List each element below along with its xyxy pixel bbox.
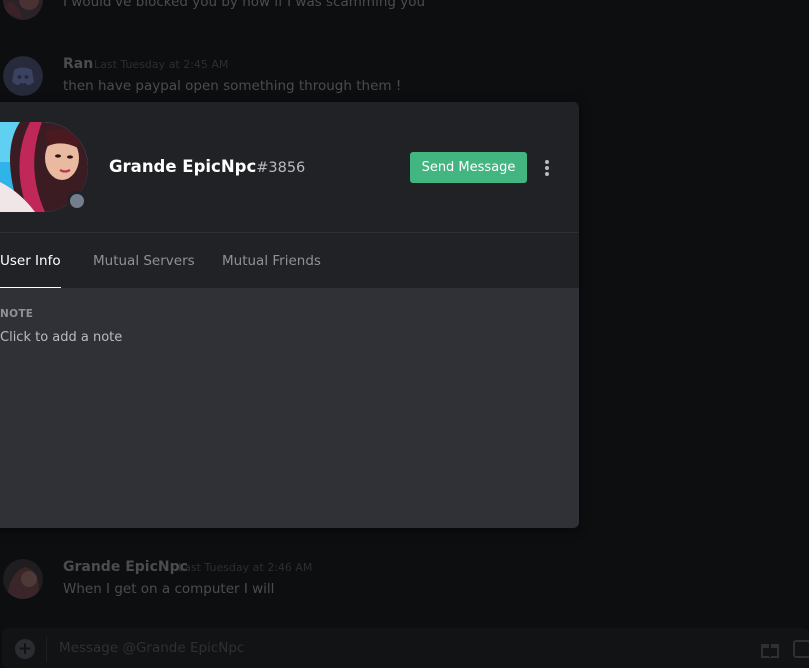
message: I would've blocked you by now if I was s… <box>0 0 809 42</box>
tab-user-info[interactable]: User Info <box>0 233 61 289</box>
user-profile-modal: Grande EpicNpc#3856 Send Message User In… <box>0 102 579 528</box>
avatar[interactable] <box>3 0 43 20</box>
avatar[interactable] <box>3 56 43 96</box>
message-timestamp: Last Tuesday at 2:46 AM <box>178 561 313 574</box>
gift-icon[interactable] <box>760 639 780 659</box>
divider <box>46 636 47 662</box>
status-offline-icon <box>67 191 87 211</box>
avatar[interactable] <box>3 559 43 599</box>
profile-body: NOTE Click to add a note <box>0 288 579 528</box>
username-text: Grande EpicNpc <box>109 157 257 176</box>
message-author[interactable]: Ran <box>63 56 93 72</box>
send-message-button[interactable]: Send Message <box>410 152 527 183</box>
discord-logo-icon <box>3 56 43 96</box>
profile-header: Grande EpicNpc#3856 Send Message <box>0 102 579 232</box>
message: Ran Last Tuesday at 2:45 AM then have pa… <box>0 56 809 104</box>
profile-username: Grande EpicNpc#3856 <box>109 157 305 176</box>
message-composer: + Message @Grande EpicNpc <box>2 628 809 668</box>
message-timestamp: Last Tuesday at 2:45 AM <box>94 58 229 71</box>
message-text: I would've blocked you by now if I was s… <box>63 0 426 10</box>
vertical-ellipsis-icon[interactable] <box>542 158 552 178</box>
add-attachment-icon[interactable]: + <box>15 639 35 659</box>
profile-tabs: User Info Mutual Servers Mutual Friends <box>0 232 579 289</box>
message-text: then have paypal open something through … <box>63 78 402 94</box>
note-header: NOTE <box>0 308 34 320</box>
tab-mutual-friends[interactable]: Mutual Friends <box>222 233 321 288</box>
gif-icon[interactable] <box>793 640 809 658</box>
message-input[interactable]: Message @Grande EpicNpc <box>59 640 244 656</box>
tab-mutual-servers[interactable]: Mutual Servers <box>93 233 195 288</box>
note-input[interactable]: Click to add a note <box>0 330 122 345</box>
discriminator: #3856 <box>256 160 306 176</box>
message: Grande EpicNpc Last Tuesday at 2:46 AM W… <box>0 559 809 607</box>
message-text: When I get on a computer I will <box>63 581 275 597</box>
message-author[interactable]: Grande EpicNpc <box>63 559 188 575</box>
